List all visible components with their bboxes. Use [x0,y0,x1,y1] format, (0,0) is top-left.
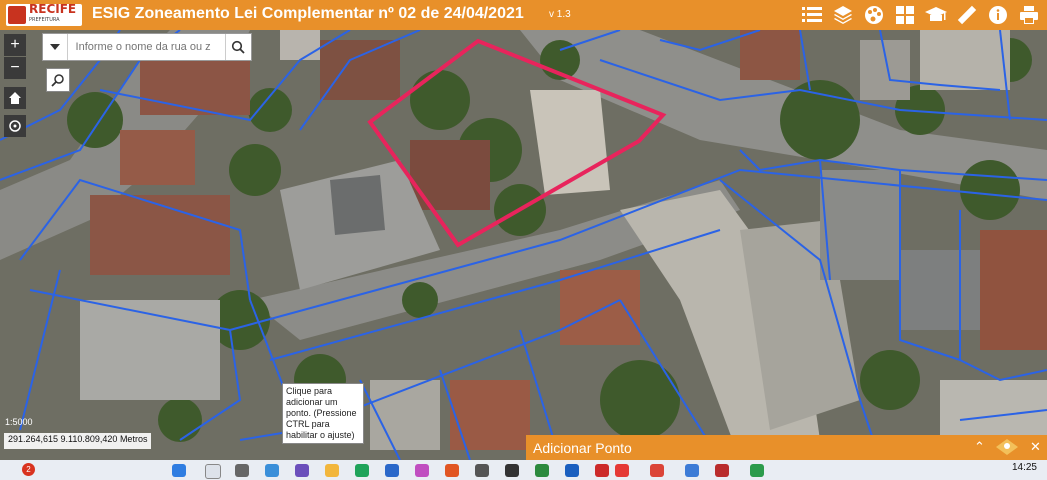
address-search [42,33,252,61]
panel-title: Adicionar Ponto [533,440,632,456]
app4-icon[interactable] [685,464,699,477]
search-taskbar-icon[interactable] [205,464,221,479]
app5-icon[interactable] [750,464,764,477]
magnifier-button[interactable] [46,68,70,92]
start-icon[interactable] [172,464,186,477]
search-button[interactable] [224,34,251,60]
edge-icon[interactable] [355,464,369,477]
pin-icon[interactable] [996,439,1018,458]
layers-icon[interactable] [831,3,855,27]
close-icon[interactable]: ✕ [1030,439,1041,455]
chevron-down-icon [49,44,60,50]
app-header: RECIFE PREFEITURA ESIG Zoneamento Lei Com… [0,0,1047,30]
app-version: v 1.3 [549,9,571,20]
logo-subtext: PREFEITURA [29,17,60,23]
folder-icon[interactable] [325,464,339,477]
logo-emblem [8,6,26,24]
store-icon[interactable] [385,464,399,477]
recife-logo: RECIFE PREFEITURA [6,2,82,26]
home-button[interactable] [4,87,26,109]
add-point-panel: Adicionar Ponto ⌃ ✕ [526,435,1047,460]
chrome-icon[interactable] [650,464,664,477]
app3-icon[interactable] [595,464,609,477]
pdf-icon[interactable] [715,464,729,477]
widgets-icon[interactable] [265,464,279,477]
toolbar [793,3,1041,27]
list-icon[interactable] [800,3,824,27]
taskview-icon[interactable] [235,464,249,477]
app-title: ESIG Zoneamento Lei Complementar nº 02 d… [92,5,524,22]
home-icon [9,92,21,104]
ruler-icon[interactable] [955,3,979,27]
firefox-icon[interactable] [445,464,459,477]
education-icon[interactable] [924,3,948,27]
grid-icon[interactable] [893,3,917,27]
add-point-tooltip: Clique para adicionar um ponto. (Pressio… [282,383,364,444]
terminal-icon[interactable] [505,464,519,477]
aerial-imagery [0,30,1047,460]
logo-text: RECIFE [29,2,77,16]
dropbox-icon[interactable] [565,464,579,477]
coordinate-readout: 291.264,615 9.110.809,420 Metros [4,433,152,449]
app2-icon[interactable] [475,464,489,477]
windows-taskbar: 2 14:25 [0,460,1047,480]
teams-icon[interactable] [295,464,309,477]
zoom-search-icon [51,74,64,87]
search-icon [232,40,245,54]
excel-icon[interactable] [535,464,549,477]
locate-button[interactable] [4,115,26,137]
app-icon[interactable] [415,464,429,477]
info-icon[interactable] [986,3,1010,27]
search-input[interactable] [67,34,225,60]
search-source-dropdown[interactable] [43,34,68,60]
youtube-icon[interactable] [615,464,629,477]
collapse-icon[interactable]: ⌃ [974,439,985,455]
zoom-in-button[interactable]: + [4,34,26,56]
clock: 14:25 [1011,462,1037,473]
map-view[interactable]: + − 1:5000 291.264,615 9.110.809,420 Met… [0,30,1047,460]
zoom-out-button[interactable]: − [4,57,26,79]
notification-badge: 2 [22,463,35,476]
locate-icon [9,120,21,132]
palette-icon[interactable] [862,3,886,27]
map-scale: 1:5000 [5,417,33,427]
print-icon[interactable] [1017,3,1041,27]
